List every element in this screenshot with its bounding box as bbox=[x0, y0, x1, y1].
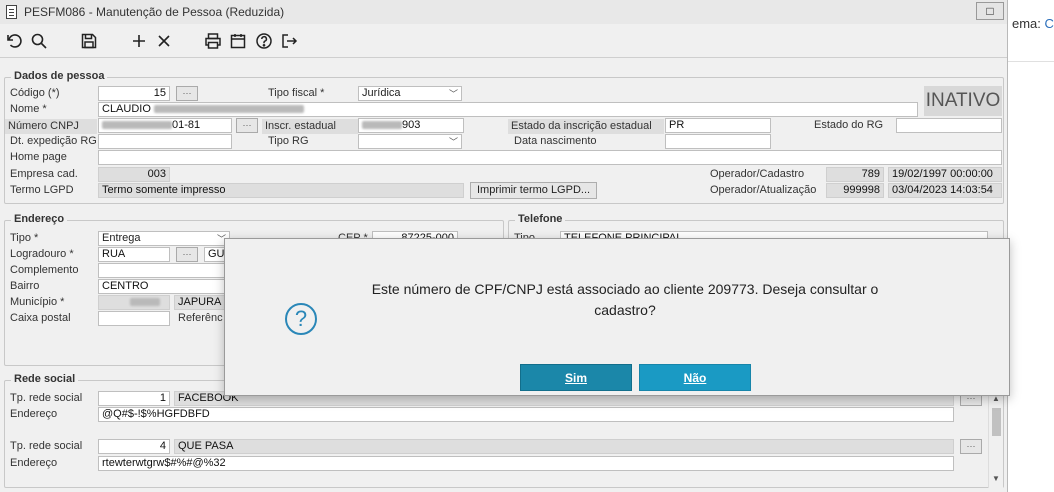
municipio-label: Município * bbox=[10, 296, 65, 308]
operador-cadastro-date: 19/02/1997 00:00:00 bbox=[888, 167, 1002, 182]
inscr-estadual-label: Inscr. estadual bbox=[262, 119, 358, 134]
telefone-legend: Telefone bbox=[515, 213, 566, 225]
estado-inscr-label: Estado da inscrição estadual bbox=[508, 119, 664, 134]
operador-cadastro-label: Operador/Cadastro bbox=[710, 168, 805, 180]
estado-rg-field[interactable] bbox=[896, 118, 1002, 133]
calendar-icon[interactable] bbox=[227, 30, 249, 52]
imprimir-termo-button[interactable]: Imprimir termo LGPD... bbox=[470, 182, 598, 199]
referencia-label: Referênc bbox=[178, 312, 223, 324]
cnpj-field[interactable]: 01-81 bbox=[98, 118, 232, 133]
endereco-legend: Endereço bbox=[11, 213, 68, 225]
estado-rg-label: Estado do RG bbox=[814, 119, 884, 131]
redacted-text bbox=[362, 121, 402, 130]
nome-field[interactable]: CLAUDIO bbox=[98, 102, 918, 117]
data-nascimento-label: Data nascimento bbox=[514, 135, 597, 147]
redacted-text bbox=[102, 121, 172, 130]
complemento-label: Complemento bbox=[10, 264, 79, 276]
exit-icon[interactable] bbox=[278, 30, 300, 52]
tipo-fiscal-select[interactable]: Jurídica ﹀ bbox=[358, 86, 462, 101]
endereco-tipo-select[interactable]: Entrega ﹀ bbox=[98, 231, 230, 246]
tp-rede-social-id[interactable]: 4 bbox=[98, 439, 170, 454]
municipio-code-field bbox=[98, 295, 170, 310]
rede-social-endereco-field[interactable]: @Q#$-!$%HGFDBFD bbox=[98, 407, 954, 422]
document-icon bbox=[6, 5, 17, 19]
tp-rede-social-label: Tp. rede social bbox=[10, 392, 83, 404]
operador-atualizacao-label: Operador/Atualização bbox=[710, 184, 817, 196]
bairro-label: Bairro bbox=[10, 280, 40, 292]
yes-button[interactable]: Sim bbox=[520, 364, 632, 391]
nome-label: Nome * bbox=[10, 103, 47, 115]
codigo-lookup-button[interactable]: ··· bbox=[176, 86, 198, 101]
cnpj-lookup-button[interactable]: ··· bbox=[236, 118, 258, 133]
dados-pessoa-legend: Dados de pessoa bbox=[11, 70, 108, 82]
redacted-text bbox=[153, 105, 304, 114]
caixa-postal-label: Caixa postal bbox=[10, 312, 71, 324]
maximize-button[interactable]: □ bbox=[976, 2, 1004, 20]
toolbar bbox=[0, 24, 1007, 58]
endereco-tipo-label: Tipo * bbox=[10, 232, 39, 244]
save-icon[interactable] bbox=[78, 30, 100, 52]
confirm-dialog: ? Este número de CPF/CNPJ está associado… bbox=[224, 238, 1010, 396]
codigo-label: Código (*) bbox=[10, 87, 60, 99]
delete-icon[interactable] bbox=[153, 30, 175, 52]
rede-social-endereco-label: Endereço bbox=[10, 408, 58, 420]
print-icon[interactable] bbox=[202, 30, 224, 52]
add-icon[interactable] bbox=[128, 30, 150, 52]
window-title: PESFM086 - Manutenção de Pessoa (Reduzid… bbox=[24, 5, 285, 19]
tp-rede-social-name: QUE PASA bbox=[174, 439, 954, 454]
tipo-fiscal-label: Tipo fiscal * bbox=[268, 87, 325, 99]
operador-cadastro-id: 789 bbox=[826, 167, 884, 182]
status-badge: INATIVO bbox=[924, 86, 1002, 116]
operador-atualizacao-id: 999998 bbox=[826, 183, 884, 198]
title-bar: PESFM086 - Manutenção de Pessoa (Reduzid… bbox=[0, 0, 1007, 24]
home-page-field[interactable] bbox=[98, 150, 1002, 165]
rede-social-scrollbar[interactable]: ▲ ▼ bbox=[988, 392, 1003, 488]
caixa-postal-field[interactable] bbox=[98, 311, 170, 326]
scrollbar-thumb[interactable] bbox=[992, 408, 1001, 436]
redacted-text bbox=[130, 298, 160, 307]
estado-inscr-field[interactable]: PR bbox=[665, 118, 771, 133]
divider bbox=[1008, 61, 1054, 62]
background-app-link[interactable]: C bbox=[1045, 16, 1054, 31]
empresa-cad-label: Empresa cad. bbox=[10, 168, 78, 180]
home-page-label: Home page bbox=[10, 151, 67, 163]
logradouro-lookup-button[interactable]: ··· bbox=[176, 247, 198, 262]
no-button[interactable]: Não bbox=[639, 364, 751, 391]
rede-social-endereco-label: Endereço bbox=[10, 457, 58, 469]
search-icon[interactable] bbox=[28, 30, 50, 52]
cnpj-label: Número CNPJ bbox=[5, 119, 97, 134]
tp-rede-social-id[interactable]: 1 bbox=[98, 391, 170, 406]
chevron-down-icon: ﹀ bbox=[448, 137, 458, 147]
refresh-icon[interactable] bbox=[3, 30, 25, 52]
termo-lgpd-field: Termo somente impresso bbox=[98, 183, 464, 198]
inscr-estadual-field[interactable]: 903 bbox=[358, 118, 464, 133]
bairro-field[interactable]: CENTRO bbox=[98, 279, 232, 294]
logradouro-label: Logradouro * bbox=[10, 248, 74, 260]
rede-social-legend: Rede social bbox=[11, 373, 79, 385]
question-icon: ? bbox=[285, 303, 317, 335]
termo-lgpd-label: Termo LGPD bbox=[10, 184, 74, 196]
operador-atualizacao-date: 03/04/2023 14:03:54 bbox=[888, 183, 1002, 198]
codigo-field[interactable]: 15 bbox=[98, 86, 170, 101]
tp-rede-social-label: Tp. rede social bbox=[10, 440, 83, 452]
background-app-text: ema: C bbox=[1012, 16, 1054, 31]
background-app bbox=[1008, 0, 1054, 492]
dialog-message: Este número de CPF/CNPJ está associado a… bbox=[371, 281, 879, 318]
dt-expedicao-rg-label: Dt. expedição RG bbox=[10, 135, 97, 147]
chevron-down-icon: ﹀ bbox=[448, 89, 458, 99]
rede-social-lookup-button[interactable]: ··· bbox=[960, 439, 982, 454]
dt-expedicao-rg-field[interactable] bbox=[98, 134, 232, 149]
empresa-cad-field: 003 bbox=[98, 167, 170, 182]
rede-social-endereco-field[interactable]: rtewterwtgrw$#%#@%32 bbox=[98, 456, 954, 471]
help-icon[interactable] bbox=[253, 30, 275, 52]
logradouro-tipo-field[interactable]: RUA bbox=[98, 247, 170, 262]
tipo-rg-label: Tipo RG bbox=[268, 135, 309, 147]
complemento-field[interactable] bbox=[98, 263, 232, 278]
data-nascimento-field[interactable] bbox=[665, 134, 771, 149]
scroll-down-icon[interactable]: ▼ bbox=[992, 474, 1000, 483]
tipo-rg-select[interactable]: ﹀ bbox=[358, 134, 462, 149]
